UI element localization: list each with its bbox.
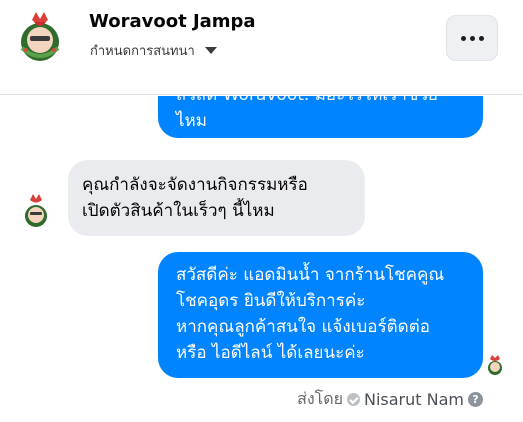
sender-name: Nisarut Nam xyxy=(364,390,464,409)
question-icon[interactable]: ? xyxy=(468,392,483,407)
conversation-header: Woravoot Jampa กำหนดการสนทนา xyxy=(0,0,523,95)
check-circle-icon xyxy=(347,393,360,406)
message-line: เปิดตัวสินค้าในเร็วๆ นี้ไหม xyxy=(82,201,275,221)
message-line: สวัสดีค่ะ แอดมินน้ำ จากร้านโชคคูณ xyxy=(176,265,445,285)
sent-by-label: ส่งโดย xyxy=(297,389,343,408)
conversation-schedule-dropdown[interactable]: กำหนดการสนทนา xyxy=(90,40,217,61)
more-options-button[interactable] xyxy=(446,15,498,61)
message-line: หากคุณลูกค้าสนใจ แจ้งเบอร์ติดต่อ xyxy=(176,317,430,337)
incoming-message-bubble: คุณกำลังจะจัดงานกิจกรรมหรือ เปิดตัวสินค้… xyxy=(68,160,365,236)
message-line: ไหม xyxy=(176,111,207,131)
sent-by-info: ส่งโดย Nisarut Nam ? xyxy=(297,387,483,412)
contact-avatar xyxy=(25,194,47,227)
message-thread[interactable]: สวัสดี Woravoot. มีอะไรให้เราช่วย ไหม คุ… xyxy=(0,96,523,422)
profile-avatar[interactable] xyxy=(16,10,64,64)
read-receipt-avatar xyxy=(488,355,502,375)
message-line: หรือ ไอดีไลน์ ได้เลยนะค่ะ xyxy=(176,343,365,363)
ellipsis-icon xyxy=(460,35,466,41)
outgoing-message-bubble: สวัสดี Woravoot. มีอะไรให้เราช่วย ไหม xyxy=(158,96,483,138)
schedule-label: กำหนดการสนทนา xyxy=(90,44,195,59)
contact-name[interactable]: Woravoot Jampa xyxy=(89,11,256,32)
outgoing-message-bubble: สวัสดีค่ะ แอดมินน้ำ จากร้านโชคคูณ โชคอุด… xyxy=(158,252,483,378)
caret-down-icon xyxy=(204,47,217,54)
message-line: สวัสดี Woravoot. มีอะไรให้เราช่วย xyxy=(176,96,465,108)
message-line: คุณกำลังจะจัดงานกิจกรรมหรือ xyxy=(82,175,308,195)
message-line: โชคอุดร ยินดีให้บริการค่ะ xyxy=(176,291,366,311)
